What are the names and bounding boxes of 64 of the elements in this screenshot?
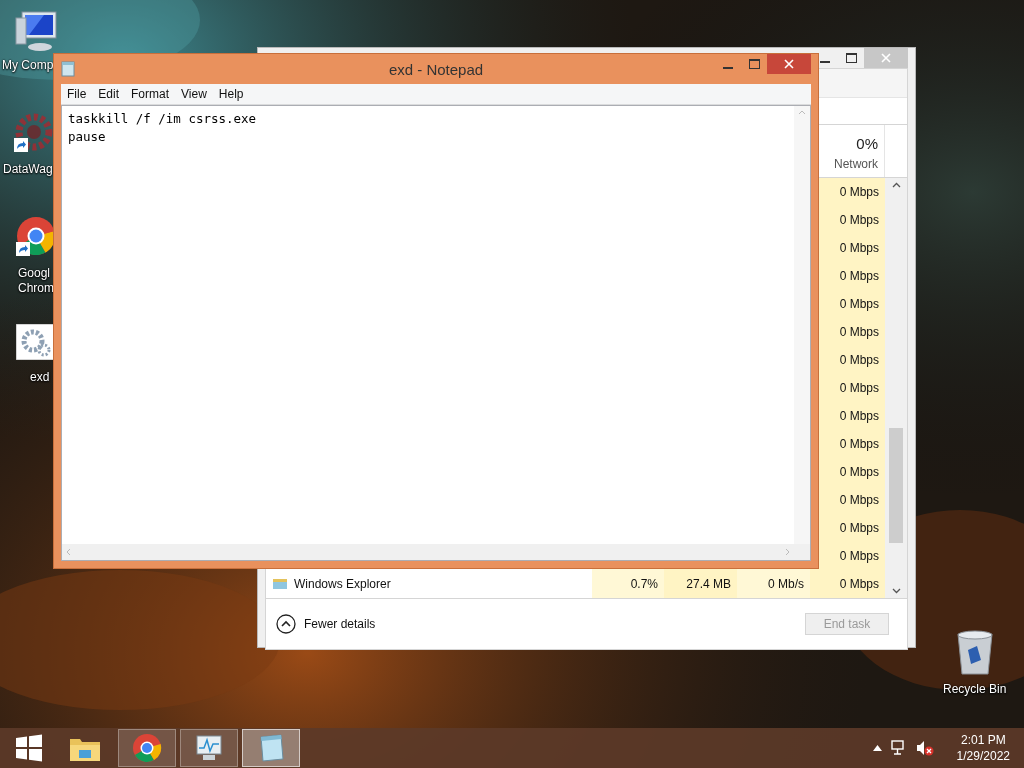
table-cell: 0 Mbps [839, 521, 879, 535]
start-icon[interactable] [15, 734, 43, 762]
recycle-bin-icon [955, 630, 995, 676]
table-cell: 0 Mbps [839, 577, 879, 591]
table-cell: 0 Mbps [839, 269, 879, 283]
network-percent: 0% [856, 135, 878, 152]
resize-grip[interactable] [794, 544, 810, 560]
collapse-icon[interactable] [276, 614, 296, 634]
desktop-icon-label[interactable]: exd [30, 370, 50, 385]
table-cell: 0.7% [630, 577, 658, 591]
scroll-up-icon [891, 182, 901, 188]
desktop-icon-label[interactable]: Recycle Bin [943, 682, 1007, 697]
process-name: Windows Explorer [294, 577, 391, 591]
menu-item[interactable]: File [61, 87, 93, 101]
menu-item[interactable]: Edit [92, 87, 126, 101]
taskbar-button[interactable] [118, 729, 176, 767]
table-cell: 0 Mbps [839, 437, 879, 451]
close-icon[interactable] [784, 59, 794, 69]
browser-icon [132, 733, 162, 763]
maximize-icon[interactable] [748, 59, 760, 69]
table-cell: 0 Mbps [839, 465, 879, 479]
table-cell: 0 Mbps [839, 241, 879, 255]
desktop-icon-label[interactable]: DataWag [3, 162, 53, 177]
table-cell: 0 Mbps [839, 409, 879, 423]
table-cell: 0 Mbps [839, 493, 879, 507]
menu-item[interactable]: Format [125, 87, 176, 101]
text-line: taskkill /f /im csrss.exe [68, 110, 258, 128]
table-cell: 0 Mb/s [768, 577, 804, 591]
notepad-icon [257, 733, 285, 763]
notepad-icon [61, 61, 75, 77]
table-cell: 0 Mbps [839, 297, 879, 311]
text-editor[interactable]: taskkill /f /im csrss.exe pause [61, 105, 811, 561]
menu-item[interactable]: Help [212, 87, 250, 101]
text-line: pause [68, 128, 107, 146]
scroll-right-icon [785, 548, 790, 556]
window-title: exd - Notepad [388, 61, 484, 78]
caret-up-icon[interactable] [872, 745, 882, 751]
clock-date[interactable]: 1/29/2022 [956, 748, 1010, 764]
scrollbar[interactable] [885, 178, 907, 598]
scroll-down-icon [891, 588, 901, 594]
taskbar-button[interactable] [180, 729, 238, 767]
minimize-icon [820, 61, 830, 63]
speaker-icon[interactable] [915, 740, 934, 756]
table-cell: 0 Mbps [839, 325, 879, 339]
monitor-graph-icon [194, 734, 224, 762]
table-cell: 0 Mbps [839, 549, 879, 563]
clock-time[interactable]: 2:01 PM [960, 732, 1006, 748]
desktop-icon-label[interactable]: My Comp [2, 58, 54, 73]
table-cell: 0 Mbps [839, 381, 879, 395]
menu-item[interactable]: View [175, 87, 213, 101]
close-icon [881, 53, 891, 63]
scroll-thumb[interactable] [889, 428, 903, 543]
table-cell: 0 Mbps [839, 185, 879, 199]
maximize-icon [845, 53, 857, 63]
table-cell: 0 Mbps [839, 213, 879, 227]
scroll-left-icon [66, 548, 71, 556]
explorer-icon [272, 577, 288, 591]
table-cell: 27.4 MB [686, 577, 731, 591]
network-icon[interactable] [890, 740, 907, 756]
table-cell: 0 Mbps [839, 353, 879, 367]
desktop-icon-label[interactable]: Googl Chrom [18, 266, 54, 296]
scroll-up-icon [798, 110, 806, 115]
fewer-details-link[interactable]: Fewer details [304, 617, 376, 631]
network-column-header[interactable]: Network [834, 157, 878, 171]
